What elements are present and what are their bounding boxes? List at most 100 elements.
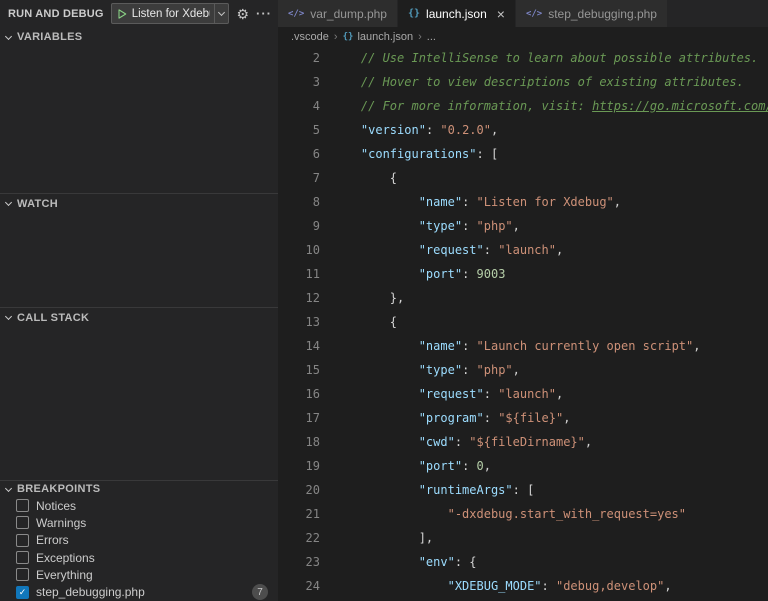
- tab-var_dump.php[interactable]: </> var_dump.php: [278, 0, 397, 27]
- tab-step_debugging.php[interactable]: </> step_debugging.php: [515, 0, 667, 27]
- key-token: "type": [418, 219, 463, 233]
- line-number: 20: [305, 483, 320, 497]
- breakpoint-label: Warnings: [36, 515, 87, 530]
- breadcrumb-item[interactable]: {} launch.json: [343, 31, 414, 43]
- line-number: 22: [305, 531, 320, 545]
- checkbox-checked[interactable]: ✓: [16, 585, 29, 599]
- breadcrumb-item[interactable]: ...: [427, 31, 436, 43]
- key-token: "request": [418, 387, 484, 401]
- key-token: "XDEBUG_MODE": [447, 579, 542, 593]
- section-watch: WATCH: [0, 193, 278, 307]
- code-line[interactable]: "version": "0.2.0",: [332, 118, 768, 142]
- line-number: 10: [305, 243, 320, 257]
- code-line[interactable]: "env": {: [332, 550, 768, 574]
- code-line[interactable]: "runtimeArgs": [: [332, 478, 768, 502]
- breakpoint-count-badge: 7: [252, 584, 268, 601]
- chevron-down-icon: [4, 484, 13, 492]
- checkbox-unchecked[interactable]: [16, 568, 29, 582]
- code-editor[interactable]: 2 3 4 5 6 7 8 9 10 11 12 13 14 15 16 17 18 19 20 21 22 23 24 /…: [278, 46, 768, 601]
- key-token: "type": [418, 363, 463, 377]
- line-number: 2: [312, 51, 320, 65]
- code-line[interactable]: "type": "php",: [332, 358, 768, 382]
- punctuation-token: :: [483, 243, 499, 257]
- punctuation-token: : {: [454, 555, 477, 569]
- line-number: 19: [305, 459, 320, 473]
- variables-body: [0, 47, 278, 193]
- line-number: 8: [312, 195, 320, 209]
- code-line[interactable]: {: [332, 310, 768, 334]
- code-line[interactable]: ],: [332, 526, 768, 550]
- line-number: 7: [312, 171, 320, 185]
- section-header-watch[interactable]: WATCH: [0, 193, 278, 213]
- key-token: "port": [418, 267, 463, 281]
- breakpoint-row[interactable]: Warnings: [0, 514, 278, 531]
- key-token: "env": [418, 555, 455, 569]
- key-token: "name": [418, 339, 463, 353]
- debug-config-label: Listen for Xdebug: [131, 7, 211, 20]
- checkbox-unchecked[interactable]: [16, 551, 29, 565]
- line-number: 6: [312, 147, 320, 161]
- breakpoint-row[interactable]: ✓ step_debugging.php 7: [0, 583, 278, 601]
- close-icon[interactable]: ×: [497, 7, 505, 21]
- code-line[interactable]: "XDEBUG_MODE": "debug,develop",: [332, 574, 768, 598]
- code-line[interactable]: // For more information, visit: https://…: [332, 94, 768, 118]
- section-title: CALL STACK: [17, 311, 90, 324]
- code-line[interactable]: // Hover to view descriptions of existin…: [332, 70, 768, 94]
- gear-icon[interactable]: ⚙: [236, 7, 249, 21]
- code-line[interactable]: "cwd": "${fileDirname}",: [332, 430, 768, 454]
- more-actions-icon[interactable]: ···: [256, 7, 272, 20]
- code-line[interactable]: // Use IntelliSense to learn about possi…: [332, 46, 768, 70]
- punctuation-token: ,: [613, 195, 622, 209]
- start-debugging-icon[interactable]: [116, 8, 128, 20]
- checkbox-unchecked[interactable]: [16, 516, 29, 530]
- punctuation-token: ,: [555, 243, 564, 257]
- code-line[interactable]: "-dxdebug.start_with_request=yes": [332, 502, 768, 526]
- chevron-down-icon: [4, 32, 13, 40]
- breadcrumb: .vscode › {} launch.json ›...: [278, 27, 768, 46]
- code-line[interactable]: "name": "Launch currently open script",: [332, 334, 768, 358]
- section-call-stack: CALL STACK: [0, 307, 278, 480]
- code-line[interactable]: {: [332, 166, 768, 190]
- section-header-breakpoints[interactable]: BREAKPOINTS: [0, 480, 278, 497]
- code-line[interactable]: },: [332, 286, 768, 310]
- breadcrumb-item[interactable]: .vscode: [291, 31, 329, 43]
- breakpoint-label: Everything: [36, 567, 93, 582]
- section-header-variables[interactable]: VARIABLES: [0, 27, 278, 47]
- checkbox-unchecked[interactable]: [16, 533, 29, 547]
- number-token: 0: [476, 459, 484, 473]
- debug-config-picker[interactable]: Listen for Xdebug: [110, 3, 230, 24]
- string-token: "Listen for Xdebug": [476, 195, 614, 209]
- punctuation-token: :: [462, 363, 477, 377]
- code-line[interactable]: "port": 0,: [332, 454, 768, 478]
- punctuation-token: {: [389, 171, 398, 185]
- line-number: 11: [305, 267, 320, 281]
- code-line[interactable]: "request": "launch",: [332, 382, 768, 406]
- code-line[interactable]: "program": "${file}",: [332, 406, 768, 430]
- key-token: "configurations": [360, 147, 477, 161]
- code-line[interactable]: "request": "launch",: [332, 238, 768, 262]
- line-number: 23: [305, 555, 320, 569]
- code-line[interactable]: "name": "Listen for Xdebug",: [332, 190, 768, 214]
- breakpoint-row[interactable]: Notices: [0, 497, 278, 514]
- breadcrumb-separator-icon: ›: [418, 30, 422, 43]
- breakpoint-row[interactable]: Errors: [0, 532, 278, 549]
- tab-launch.json[interactable]: {} launch.json ×: [397, 0, 515, 27]
- punctuation-token: ,: [584, 435, 593, 449]
- breakpoint-row[interactable]: Everything: [0, 566, 278, 583]
- chevron-down-icon: [4, 198, 13, 207]
- chevron-down-icon[interactable]: [218, 8, 226, 17]
- punctuation-token: ,: [483, 459, 491, 473]
- section-header-call-stack[interactable]: CALL STACK: [0, 307, 278, 327]
- line-number: 4: [312, 99, 320, 113]
- checkbox-unchecked[interactable]: [16, 499, 29, 513]
- punctuation-token: :: [483, 411, 499, 425]
- breakpoint-row[interactable]: Exceptions: [0, 549, 278, 566]
- code-line[interactable]: "port": 9003: [332, 262, 768, 286]
- picker-divider: [214, 4, 216, 23]
- link-token[interactable]: https://go.microsoft.com/fw: [592, 99, 768, 113]
- breakpoint-label: Notices: [36, 498, 77, 513]
- line-number: 12: [305, 291, 320, 305]
- punctuation-token: :: [483, 387, 499, 401]
- code-line[interactable]: "type": "php",: [332, 214, 768, 238]
- code-line[interactable]: "configurations": [: [332, 142, 768, 166]
